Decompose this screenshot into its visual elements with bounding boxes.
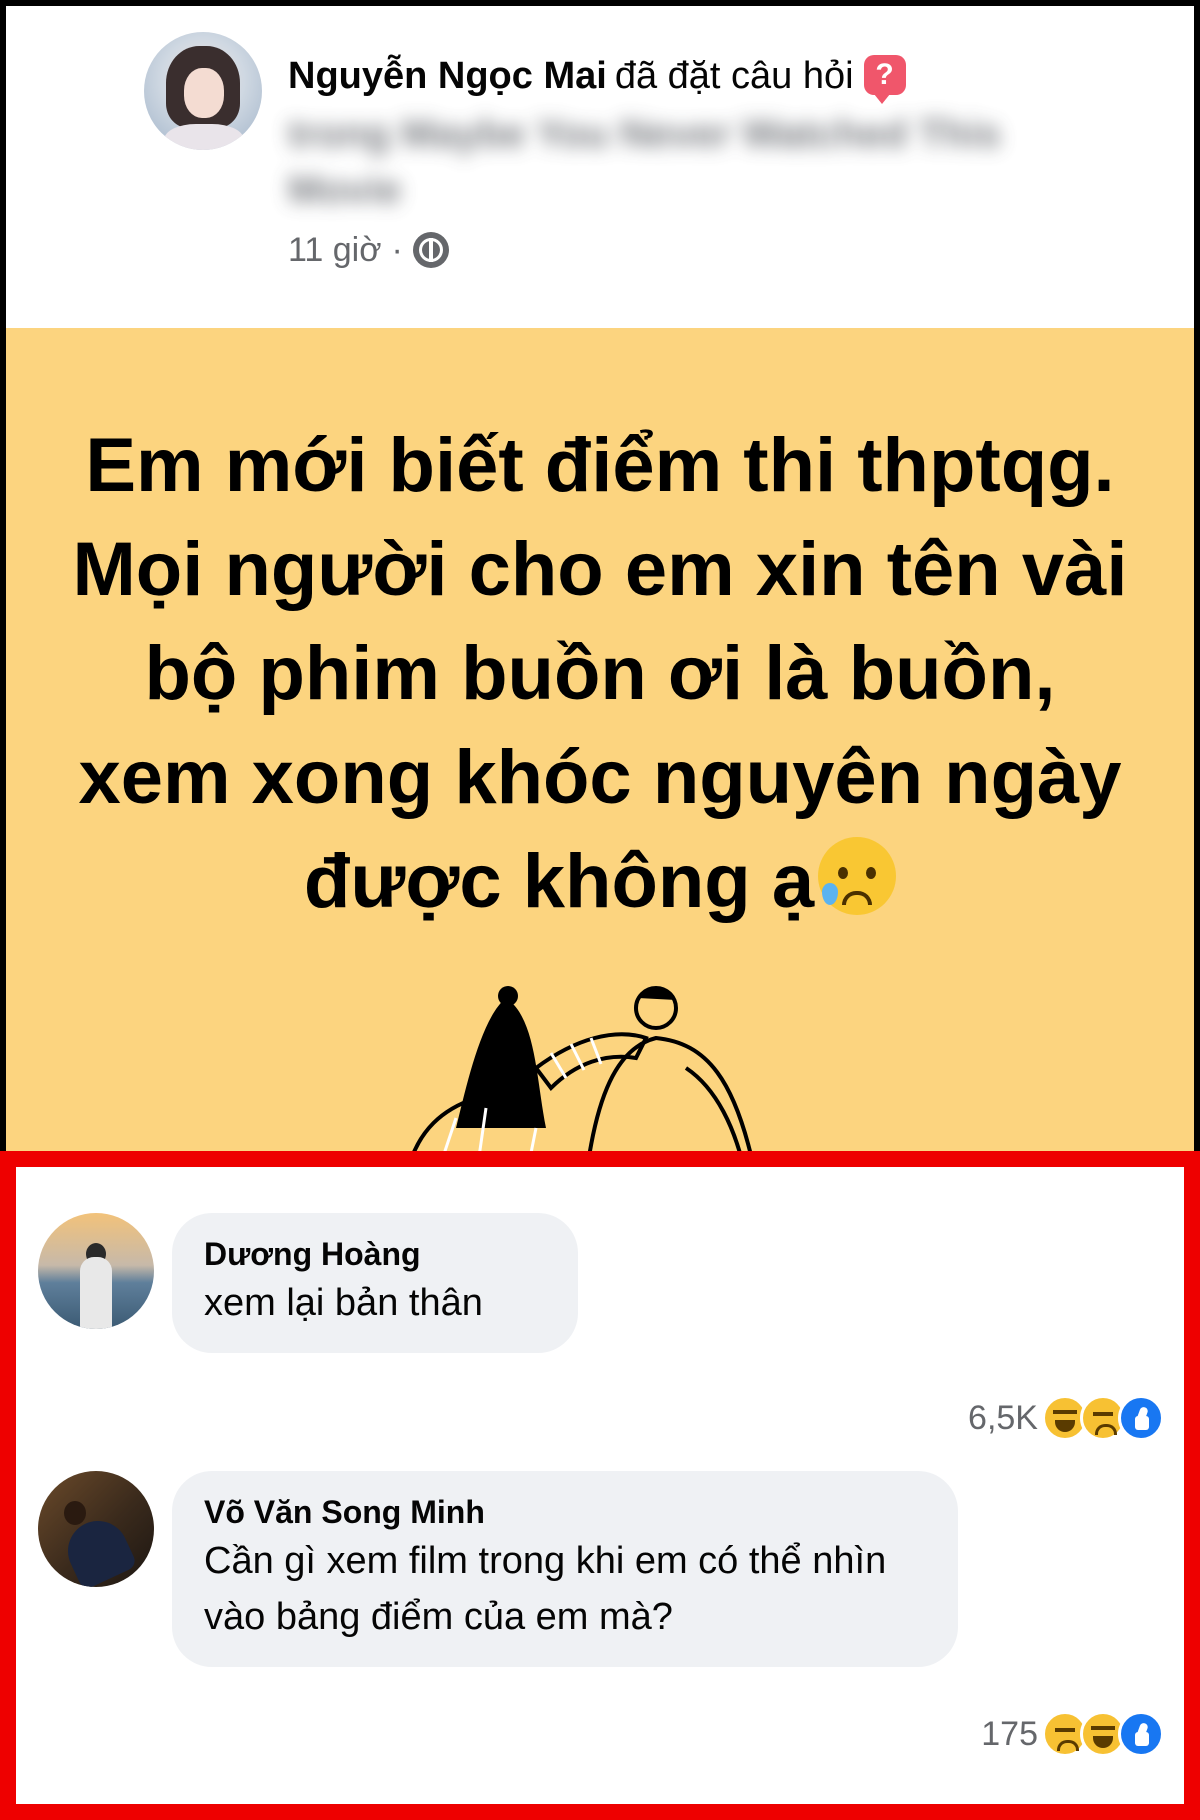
post-header: Nguyễn Ngọc Mai đã đặt câu hỏi? trong May…	[6, 6, 1194, 328]
comment-bubble[interactable]: Dương Hoàng xem lại bản thân	[172, 1213, 578, 1353]
commenter-avatar[interactable]	[38, 1471, 154, 1587]
comment-text: Cần gì xem film trong khi em có thể nhìn…	[204, 1540, 887, 1638]
avatar-head	[64, 1501, 86, 1525]
comment-text: xem lại bản thân	[204, 1282, 483, 1324]
sad-but-relieved-emoji-icon	[818, 837, 897, 915]
commenter-name[interactable]: Dương Hoàng	[204, 1233, 546, 1275]
like-icon	[1118, 1711, 1164, 1757]
comment-bubble[interactable]: Võ Văn Song Minh Cần gì xem film trong k…	[172, 1471, 958, 1667]
comment-reactions[interactable]: 6,5K	[968, 1395, 1164, 1441]
like-icon	[1118, 1395, 1164, 1441]
author-name-link[interactable]: Nguyễn Ngọc Mai	[288, 55, 607, 97]
post-timestamp[interactable]: 11 giờ	[288, 228, 382, 272]
comment-reactions[interactable]: 175	[981, 1711, 1164, 1757]
commenter-avatar[interactable]	[38, 1213, 154, 1329]
reaction-count: 6,5K	[968, 1398, 1038, 1437]
author-avatar[interactable]	[144, 32, 262, 150]
reaction-count: 175	[981, 1714, 1038, 1753]
question-mark-icon: ?	[863, 54, 906, 104]
post-meta: 11 giờ ·	[288, 228, 449, 272]
screenshot-frame: Nguyễn Ngọc Mai đã đặt câu hỏi? trong May…	[0, 0, 1200, 1820]
globe-icon[interactable]	[412, 232, 449, 268]
post-action-text: đã đặt câu hỏi	[614, 55, 854, 97]
commenter-name[interactable]: Võ Văn Song Minh	[204, 1491, 926, 1533]
couple-illustration	[409, 986, 754, 1158]
question-text-content: Em mới biết điểm thi thptqg. Mọi người c…	[72, 423, 1128, 924]
meta-separator: ·	[391, 231, 403, 269]
author-line: Nguyễn Ngọc Mai đã đặt câu hỏi?	[288, 52, 906, 104]
comments-highlight-box: Dương Hoàng xem lại bản thân 6,5K Võ Văn…	[0, 1151, 1200, 1820]
group-name-blurred[interactable]: trong Maybe You Never Watched This Movie	[288, 106, 1008, 218]
question-text: Em mới biết điểm thi thptqg. Mọi người c…	[66, 414, 1134, 934]
avatar-body	[164, 124, 244, 150]
avatar-person	[80, 1257, 112, 1329]
question-card: Em mới biết điểm thi thptqg. Mọi người c…	[6, 328, 1194, 1158]
avatar-face	[184, 68, 224, 118]
